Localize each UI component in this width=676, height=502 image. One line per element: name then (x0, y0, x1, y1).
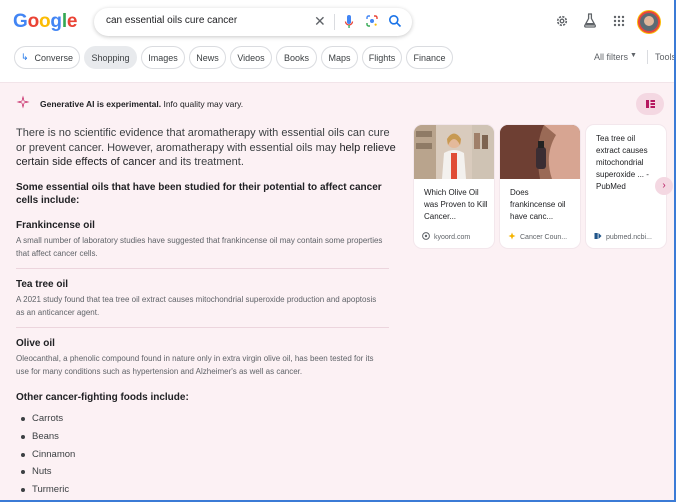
chip-label: Images (148, 52, 178, 63)
ai-summary-text: There is no scientific evidence that aro… (16, 127, 390, 154)
list-item: Beans (20, 431, 75, 449)
foods-list: Carrots Beans Cinnamon Nuts Turmeric (20, 413, 75, 500)
ai-sparkle-icon (16, 95, 30, 109)
chip-label: Finance (413, 52, 446, 63)
oil-description: Oleocanthal, a phenolic compound found i… (16, 354, 374, 376)
chip-label: News (196, 52, 219, 63)
source-card-title: Does frankincense oil have canc... (510, 188, 566, 221)
google-logo[interactable]: Google (13, 11, 77, 33)
microphone-icon[interactable] (344, 14, 354, 30)
ai-summary: There is no scientific evidence that aro… (16, 126, 396, 170)
source-card-title: Tea tree oil extract causes mitochondria… (596, 134, 649, 191)
chip-label: Converse (34, 52, 74, 63)
oil-description: A small number of laboratory studies hav… (16, 236, 383, 258)
apps-grid-icon[interactable] (613, 15, 625, 27)
search-divider (334, 14, 335, 30)
foods-heading: Other cancer-fighting foods include: (16, 392, 189, 403)
chip-label: Flights (368, 52, 396, 63)
logo-letter: o (39, 11, 51, 32)
chevron-down-icon[interactable]: ▼ (630, 52, 637, 59)
gear-icon[interactable] (555, 14, 569, 28)
chip-maps[interactable]: Maps (321, 46, 358, 69)
search-filters: ↳ Converse Shopping Images News Videos Bo… (0, 42, 674, 74)
logo-letter: g (50, 11, 62, 32)
source-card[interactable]: Does frankincense oil have canc... Cance… (500, 125, 580, 248)
tools-button[interactable]: Tools (655, 52, 674, 62)
source-card[interactable]: Which Olive Oil was Proven to Kill Cance… (414, 125, 494, 248)
list-item: Nuts (20, 466, 75, 484)
list-item: Cinnamon (20, 449, 75, 467)
logo-letter: e (66, 11, 78, 32)
divider (16, 268, 389, 269)
site-favicon-icon (508, 232, 516, 240)
oil-title: Olive oil (16, 338, 55, 349)
site-favicon-icon (422, 232, 430, 240)
close-icon[interactable]: ✕ (314, 14, 326, 28)
ai-layout-toggle-button[interactable] (636, 93, 664, 115)
layout-icon (646, 100, 655, 108)
ai-disclaimer: Generative AI is experimental. Info qual… (40, 99, 243, 109)
oil-title: Frankincense oil (16, 220, 95, 231)
chip-images[interactable]: Images (141, 46, 185, 69)
list-item: Turmeric (20, 484, 75, 500)
source-card-site: Cancer Coun... (508, 232, 576, 241)
chip-videos[interactable]: Videos (230, 46, 272, 69)
source-card-title: Which Olive Oil was Proven to Kill Cance… (424, 188, 488, 221)
browser-viewport: Google can essential oils cure cancer ✕ (0, 0, 676, 502)
divider (16, 327, 389, 328)
logo-letter: o (27, 11, 40, 32)
ai-overview: Generative AI is experimental. Info qual… (0, 82, 674, 500)
search-box[interactable]: can essential oils cure cancer ✕ (94, 8, 412, 36)
oil-description: A 2021 study found that tea tree oil ext… (16, 295, 377, 317)
chip-news[interactable]: News (189, 46, 226, 69)
logo-letter: G (13, 11, 28, 32)
chip-books[interactable]: Books (276, 46, 317, 69)
chip-shopping[interactable]: Shopping (84, 46, 137, 69)
ai-summary-text-end: and its treatment. (155, 156, 244, 168)
labs-flask-icon[interactable] (583, 13, 597, 28)
oil-title: Tea tree oil (16, 279, 69, 290)
chip-label: Books (283, 52, 309, 63)
source-site-name: Cancer Coun... (520, 234, 568, 241)
next-sources-button[interactable]: › (655, 177, 673, 195)
source-site-name: kyoord.com (434, 234, 471, 241)
source-thumbnail (414, 125, 494, 179)
source-card[interactable]: Tea tree oil extract causes mitochondria… (586, 125, 666, 248)
ai-disclaimer-rest: Info quality may vary. (161, 99, 244, 109)
avatar[interactable] (638, 11, 660, 33)
ai-disclaimer-bold: Generative AI is experimental. (40, 99, 162, 109)
all-filters-button[interactable]: All filters (594, 52, 628, 62)
header: Google can essential oils cure cancer ✕ (0, 0, 674, 42)
site-favicon-icon (594, 233, 602, 239)
source-thumbnail (500, 125, 580, 179)
chip-label: Maps (328, 52, 351, 63)
search-icon[interactable] (388, 14, 402, 28)
chip-label: Videos (237, 52, 265, 63)
chip-finance[interactable]: Finance (406, 46, 453, 69)
list-item: Carrots (20, 413, 75, 431)
search-input[interactable]: can essential oils cure cancer (106, 15, 237, 26)
source-site-name: pubmed.ncbi... (606, 234, 652, 241)
source-card-site: kyoord.com (422, 232, 490, 241)
chip-label: Shopping (91, 52, 130, 63)
source-card-site: pubmed.ncbi... (594, 232, 662, 241)
filter-divider (647, 50, 648, 64)
chevron-right-icon: › (662, 180, 666, 191)
studied-oils-heading: Some essential oils that have been studi… (16, 182, 382, 206)
google-lens-icon[interactable] (366, 15, 378, 27)
arrow-icon: ↳ (20, 52, 29, 62)
chip-converse[interactable]: ↳ Converse (14, 46, 80, 69)
chip-flights[interactable]: Flights (362, 46, 402, 69)
